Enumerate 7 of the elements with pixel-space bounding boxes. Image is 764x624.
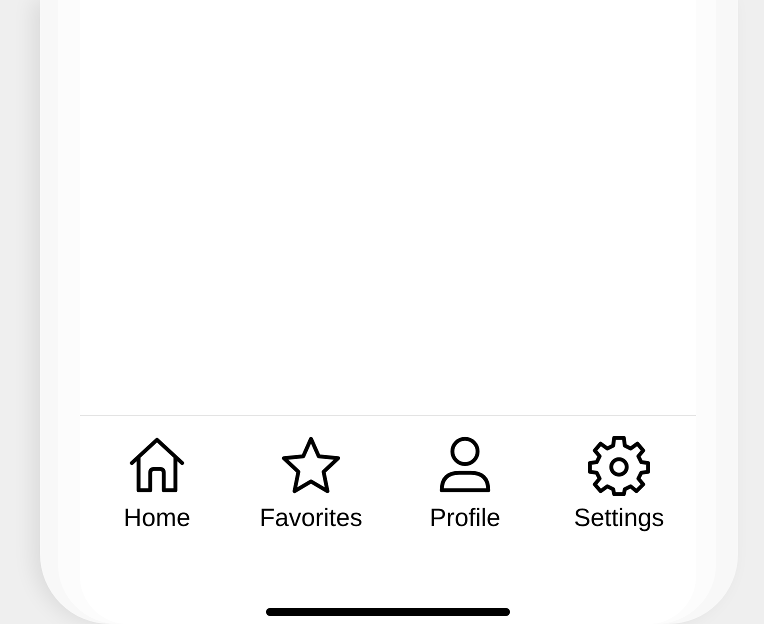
tab-item[interactable]: Favorites <box>260 434 362 533</box>
home-indicator[interactable] <box>266 608 510 616</box>
tab-item[interactable]: Home <box>124 434 190 533</box>
star-icon <box>280 434 342 496</box>
tab-item[interactable]: Settings <box>574 434 664 533</box>
settings-icon <box>588 434 650 496</box>
tab-item[interactable]: Profile <box>430 434 500 533</box>
